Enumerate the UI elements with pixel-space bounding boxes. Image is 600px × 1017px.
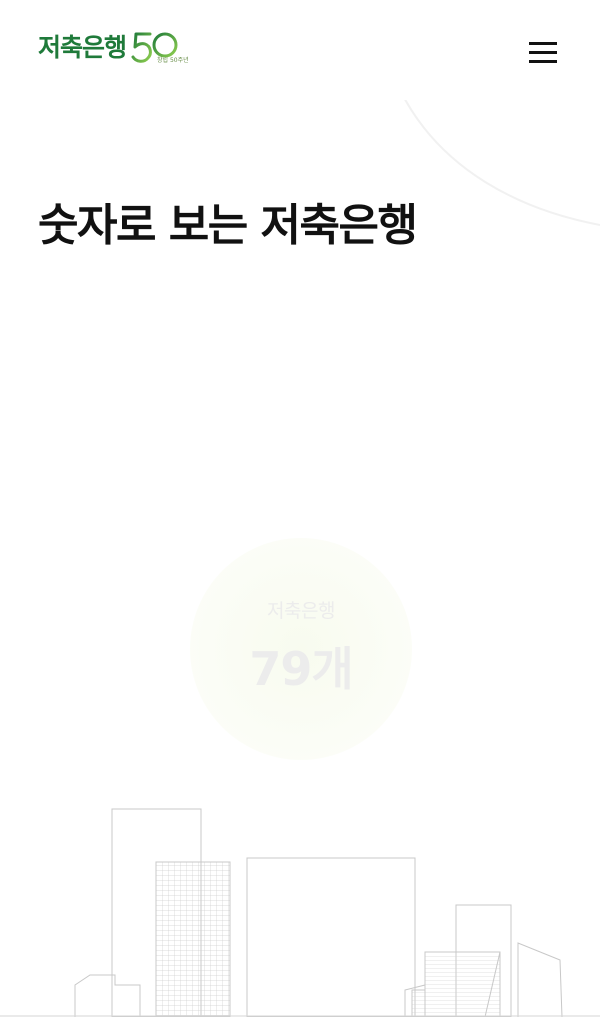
logo-wordmark: 저축은행: [38, 33, 127, 62]
hamburger-line: [529, 60, 557, 63]
hamburger-menu-icon: [529, 42, 557, 45]
anniversary-50-emblem: 창립 50주년: [130, 28, 189, 68]
page-title: 숫자로 보는 저축은행: [38, 200, 418, 251]
site-header: 저축은행 창립 50주년: [0, 0, 600, 100]
city-skyline-illustration: [0, 808, 600, 1017]
menu-button[interactable]: [526, 38, 560, 68]
stat-value: 79개: [249, 642, 353, 696]
logo-badge-subtext: 창립 50주년: [157, 57, 189, 64]
hamburger-line: [529, 51, 557, 54]
stat-label: 저축은행: [267, 600, 335, 622]
stat-circle: 저축은행 79개: [190, 538, 412, 760]
brand-logo[interactable]: 저축은행 창립 50주년: [38, 28, 189, 68]
